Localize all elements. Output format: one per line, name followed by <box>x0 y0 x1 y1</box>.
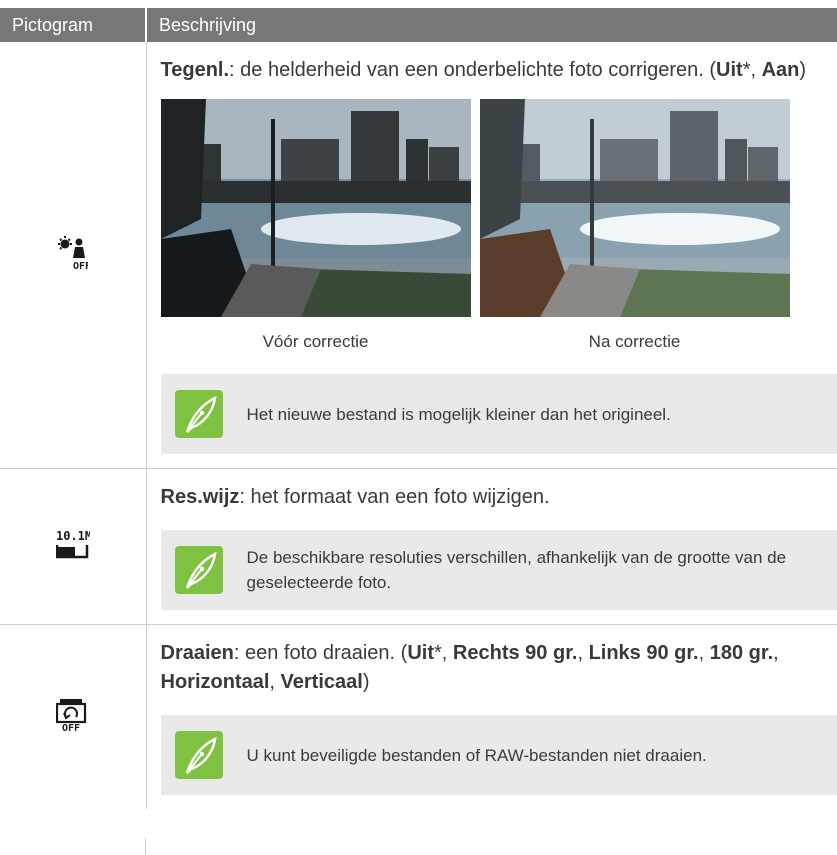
description-text: Draaien: een foto draaien. (Uit*, Rechts… <box>160 642 779 693</box>
caption-after: Na correctie <box>588 332 681 351</box>
resize-icon: 10.1M <box>55 529 92 559</box>
description-text: Tegenl.: de helderheid van een onderbeli… <box>160 59 807 81</box>
table-row: OFF Tegenl.: de helderheid van een onder… <box>0 42 837 469</box>
rotate-off-icon: OFF <box>55 698 86 734</box>
pictogram-cell: OFF <box>0 42 147 469</box>
note-box: Het nieuwe bestand is mogelijk kleiner d… <box>160 374 837 454</box>
column-divider <box>145 838 146 855</box>
svg-text:OFF: OFF <box>73 261 88 270</box>
note-pen-icon <box>174 546 223 594</box>
table-header: Pictogram Beschrijving <box>0 8 837 42</box>
table-row: OFF Draaien: een foto draaien. (Uit*, Re… <box>0 624 837 809</box>
settings-table: Pictogram Beschrijving OF Tegenl.: de he… <box>0 8 837 809</box>
svg-text:OFF: OFF <box>62 723 80 732</box>
note-box: De beschikbare resoluties verschillen, a… <box>160 530 837 610</box>
header-pictogram: Pictogram <box>0 8 147 42</box>
page-corner-fragment <box>752 0 837 4</box>
note-pen-icon <box>174 731 223 779</box>
photo-before-correction <box>160 99 471 317</box>
description-text: Res.wijz: het formaat van een foto wijzi… <box>160 486 550 508</box>
note-text: Het nieuwe bestand is mogelijk kleiner d… <box>246 404 671 424</box>
pictogram-cell: OFF <box>0 624 147 809</box>
pictogram-cell: 10.1M <box>0 468 147 625</box>
note-text: De beschikbare resoluties verschillen, a… <box>246 548 787 592</box>
header-description: Beschrijving <box>146 8 837 42</box>
comparison-photos <box>160 99 837 317</box>
note-pen-icon <box>174 390 223 438</box>
caption-before: Vóór correctie <box>262 332 369 351</box>
svg-text:10.1M: 10.1M <box>56 529 90 543</box>
photo-after-correction <box>479 99 790 317</box>
backlight-off-icon: OFF <box>57 235 91 272</box>
note-box: U kunt beveiligde bestanden of RAW-besta… <box>160 715 837 795</box>
note-text: U kunt beveiligde bestanden of RAW-besta… <box>246 745 707 765</box>
table-row: 10.1M Res.wijz: het formaat van een foto… <box>0 468 837 625</box>
